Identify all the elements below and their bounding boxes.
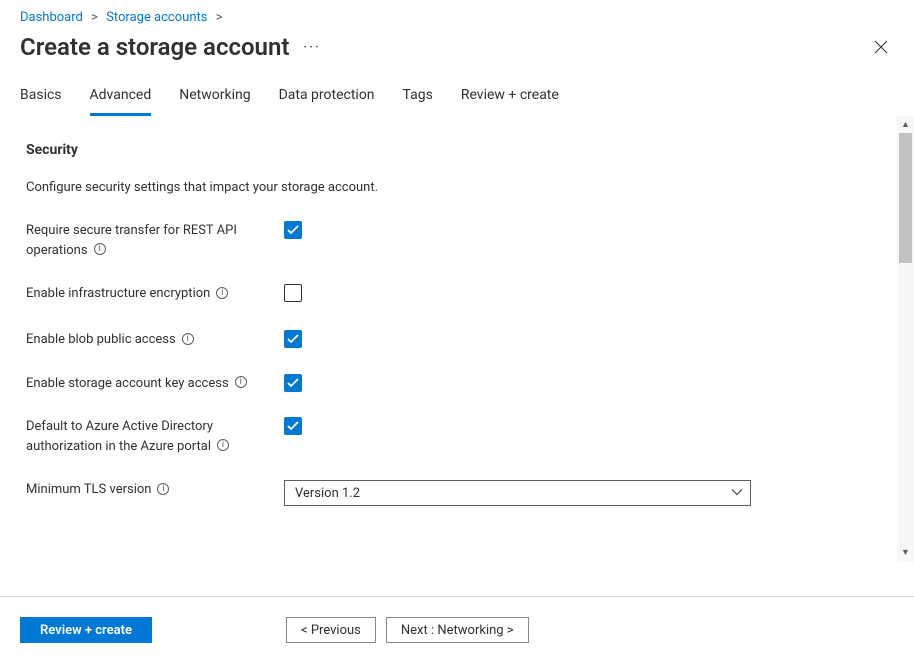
info-icon[interactable]: i (217, 439, 229, 451)
close-icon (874, 40, 888, 54)
label-tls-version: Minimum TLS versioni (26, 480, 284, 500)
section-title-security: Security (26, 142, 888, 158)
info-icon[interactable]: i (157, 483, 169, 495)
breadcrumb: Dashboard > Storage accounts > (0, 0, 914, 29)
tab-tags[interactable]: Tags (403, 81, 433, 116)
scroll-down-icon[interactable]: ▼ (897, 544, 914, 561)
more-icon[interactable]: ··· (303, 41, 320, 54)
review-create-button[interactable]: Review + create (20, 617, 152, 643)
checkmark-icon (287, 421, 299, 431)
tabs: Basics Advanced Networking Data protecti… (0, 81, 914, 116)
label-infra-encryption: Enable infrastructure encryptioni (26, 284, 284, 304)
checkbox-aad-default[interactable] (284, 417, 302, 435)
breadcrumb-link-storage-accounts[interactable]: Storage accounts (106, 10, 207, 25)
label-key-access: Enable storage account key accessi (26, 374, 284, 394)
info-icon[interactable]: i (94, 243, 106, 255)
tab-basics[interactable]: Basics (20, 81, 62, 116)
chevron-right-icon: > (216, 10, 223, 25)
checkbox-key-access[interactable] (284, 374, 302, 392)
label-secure-transfer: Require secure transfer for REST API ope… (26, 221, 284, 260)
section-description: Configure security settings that impact … (26, 180, 888, 195)
label-blob-public: Enable blob public accessi (26, 330, 284, 350)
next-button[interactable]: Next : Networking > (386, 617, 529, 643)
footer: Review + create < Previous Next : Networ… (0, 596, 914, 663)
page-title: Create a storage account ··· (20, 33, 321, 61)
tab-data-protection[interactable]: Data protection (279, 81, 375, 116)
previous-button[interactable]: < Previous (286, 617, 376, 643)
scrollbar-thumb[interactable] (899, 133, 912, 263)
tab-networking[interactable]: Networking (179, 81, 250, 116)
checkmark-icon (287, 225, 299, 235)
close-button[interactable] (868, 34, 894, 60)
scroll-up-icon[interactable]: ▲ (897, 116, 914, 133)
breadcrumb-link-dashboard[interactable]: Dashboard (20, 10, 83, 25)
tab-advanced[interactable]: Advanced (90, 81, 152, 116)
info-icon[interactable]: i (216, 287, 228, 299)
tab-review-create[interactable]: Review + create (461, 81, 559, 116)
checkbox-infra-encryption[interactable] (284, 284, 302, 302)
label-aad-default: Default to Azure Active Directory author… (26, 417, 284, 456)
checkmark-icon (287, 334, 299, 344)
checkbox-blob-public[interactable] (284, 330, 302, 348)
checkbox-secure-transfer[interactable] (284, 221, 302, 239)
info-icon[interactable]: i (235, 376, 247, 388)
select-tls-version[interactable]: Version 1.2 (284, 480, 751, 506)
chevron-right-icon: > (91, 10, 98, 25)
info-icon[interactable]: i (182, 333, 194, 345)
scrollbar[interactable]: ▲ ▼ (897, 116, 914, 561)
content-pane: Security Configure security settings tha… (0, 116, 914, 561)
checkmark-icon (287, 378, 299, 388)
